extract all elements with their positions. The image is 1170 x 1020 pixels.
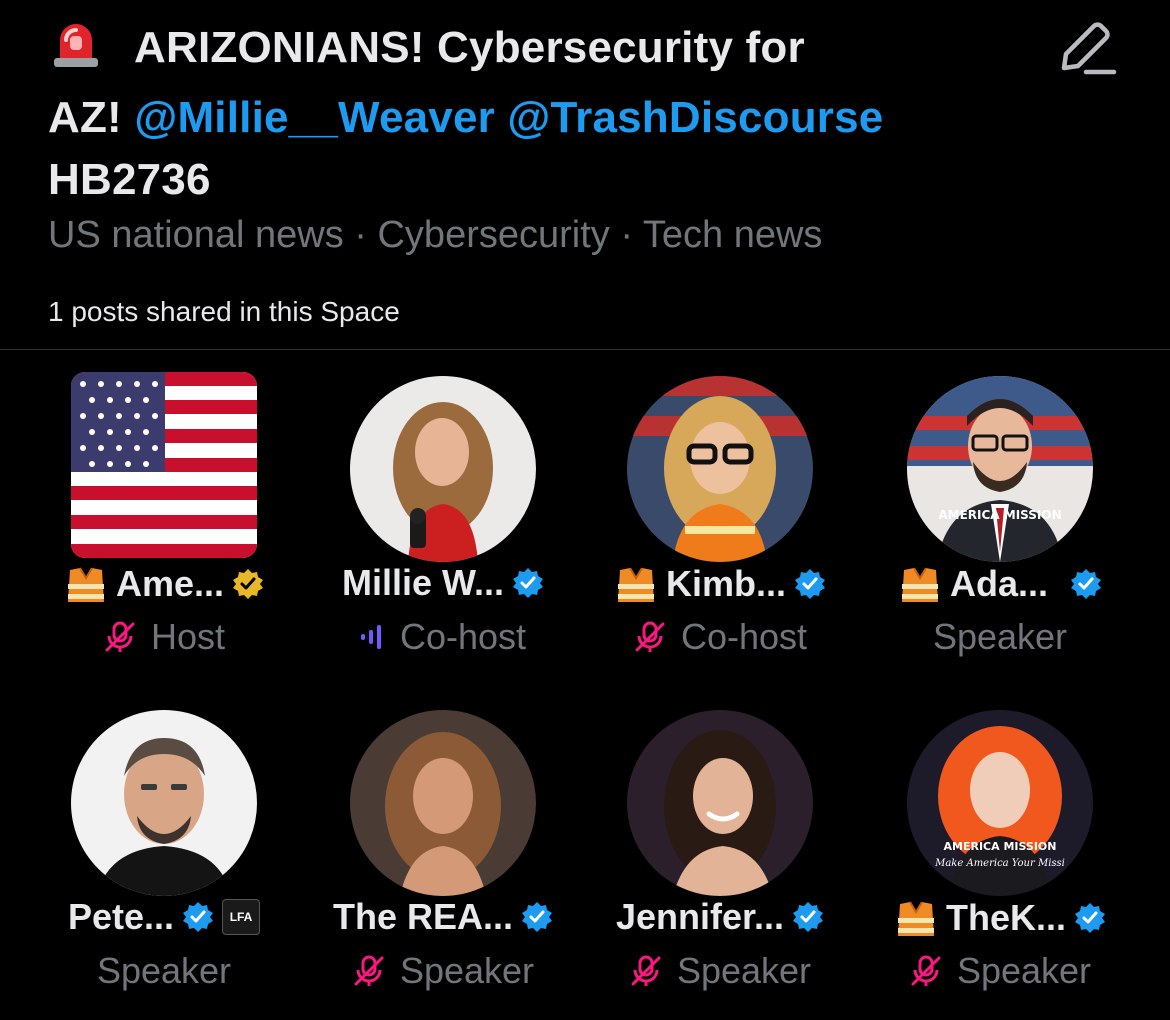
verified-badge-icon bbox=[522, 902, 553, 932]
participant-role: Speaker bbox=[96, 950, 232, 991]
space-header: ARIZONIANS! Cybersecurity for AZ! @Milli… bbox=[48, 14, 1058, 211]
mention-millie[interactable]: @Millie__Weaver bbox=[134, 93, 495, 142]
avatar-us-flag bbox=[71, 372, 257, 558]
safety-vest-icon bbox=[617, 567, 654, 602]
safety-vest-icon bbox=[897, 901, 934, 936]
verified-badge-icon bbox=[1075, 903, 1105, 933]
participant-role: Speaker bbox=[676, 950, 812, 991]
speaking-indicator-icon bbox=[360, 625, 381, 649]
mic-off-icon bbox=[631, 955, 661, 986]
safety-vest-icon bbox=[901, 567, 938, 602]
title-line1: ARIZONIANS! Cybersecurity for bbox=[134, 23, 805, 72]
pencil-icon bbox=[1061, 22, 1117, 75]
participant-role: Co-host bbox=[399, 616, 527, 657]
mention-trashdiscourse[interactable]: @TrashDiscourse bbox=[507, 93, 883, 142]
avatar-the-rea bbox=[350, 710, 536, 896]
affiliate-badge-lfa[interactable]: LFA bbox=[222, 899, 261, 935]
space-title: ARIZONIANS! Cybersecurity for AZ! @Milli… bbox=[48, 14, 1058, 211]
participant-role-row: Speaker bbox=[303, 950, 583, 992]
participant-role: Co-host bbox=[680, 616, 808, 657]
verified-badge-icon bbox=[1071, 569, 1101, 599]
participant-name: Pete... bbox=[67, 896, 175, 937]
participant-role-row: Speaker bbox=[860, 950, 1140, 992]
participant-name: Ame... bbox=[115, 563, 225, 604]
participant-role-row: Co-host bbox=[580, 616, 860, 658]
avatar-pete bbox=[71, 710, 257, 896]
avatar-thek: AMERICA MISSION Make America Your Missi bbox=[907, 710, 1093, 896]
participant-name-row: TheK... bbox=[860, 896, 1140, 940]
participant-name-row: The REA... bbox=[303, 896, 583, 938]
edit-button[interactable] bbox=[1052, 14, 1118, 80]
avatar-kimb bbox=[627, 376, 813, 562]
participant-name-row: Kimb... bbox=[580, 562, 860, 606]
participant-name-row: Ada... bbox=[860, 562, 1140, 606]
shared-posts-link[interactable]: 1 posts shared in this Space bbox=[48, 296, 400, 328]
mic-off-icon bbox=[911, 955, 941, 986]
avatar-caption: AMERICA MISSION bbox=[943, 840, 1057, 853]
participant-name-row: Jennifer... bbox=[580, 896, 860, 938]
verified-badge-icon bbox=[513, 568, 544, 598]
participant-role-row: Co-host bbox=[303, 616, 583, 658]
participant-role: Speaker bbox=[399, 950, 535, 991]
participant-role-row: Host bbox=[24, 616, 304, 658]
verified-badge-icon bbox=[793, 902, 824, 932]
participant-name: Millie W... bbox=[341, 562, 505, 603]
participant-role-row: Speaker bbox=[580, 950, 860, 992]
participant-name-row: Pete... LFA bbox=[24, 896, 304, 938]
mic-off-icon bbox=[105, 621, 135, 652]
participant-name: Jennifer... bbox=[615, 896, 785, 937]
participant-role: Speaker bbox=[932, 616, 1068, 657]
gold-verified-badge-icon bbox=[233, 569, 264, 599]
participant-name: Ada... bbox=[949, 563, 1048, 604]
title-prefix: AZ! bbox=[48, 93, 122, 142]
participant-name-row: Millie W... bbox=[303, 562, 583, 604]
safety-vest-icon bbox=[67, 567, 104, 602]
verified-badge-icon bbox=[183, 902, 214, 932]
verified-badge-icon bbox=[795, 569, 825, 599]
participant-role-row: Speaker bbox=[24, 950, 304, 992]
mic-off-icon bbox=[354, 955, 384, 986]
participant-role-row: Speaker bbox=[860, 616, 1140, 658]
mic-off-icon bbox=[635, 621, 665, 652]
participant-role: Speaker bbox=[956, 950, 1092, 991]
participant-role: Host bbox=[150, 616, 226, 657]
avatar-subcaption: Make America Your Missi bbox=[935, 858, 1065, 869]
participant-name-row: Ame... bbox=[24, 562, 304, 606]
avatar-ada: AMERICA MISSION bbox=[907, 376, 1093, 562]
avatar-millie bbox=[350, 376, 536, 562]
participant-name: Kimb... bbox=[665, 563, 786, 604]
avatar-caption: AMERICA MISSION bbox=[938, 508, 1062, 522]
siren-icon bbox=[48, 14, 104, 87]
space-topics: US national news · Cybersecurity · Tech … bbox=[48, 214, 823, 256]
divider bbox=[0, 349, 1170, 350]
participant-name: The REA... bbox=[332, 896, 514, 937]
title-line3: HB2736 bbox=[48, 155, 211, 204]
avatar-jennifer bbox=[627, 710, 813, 896]
participant-name: TheK... bbox=[945, 897, 1066, 938]
